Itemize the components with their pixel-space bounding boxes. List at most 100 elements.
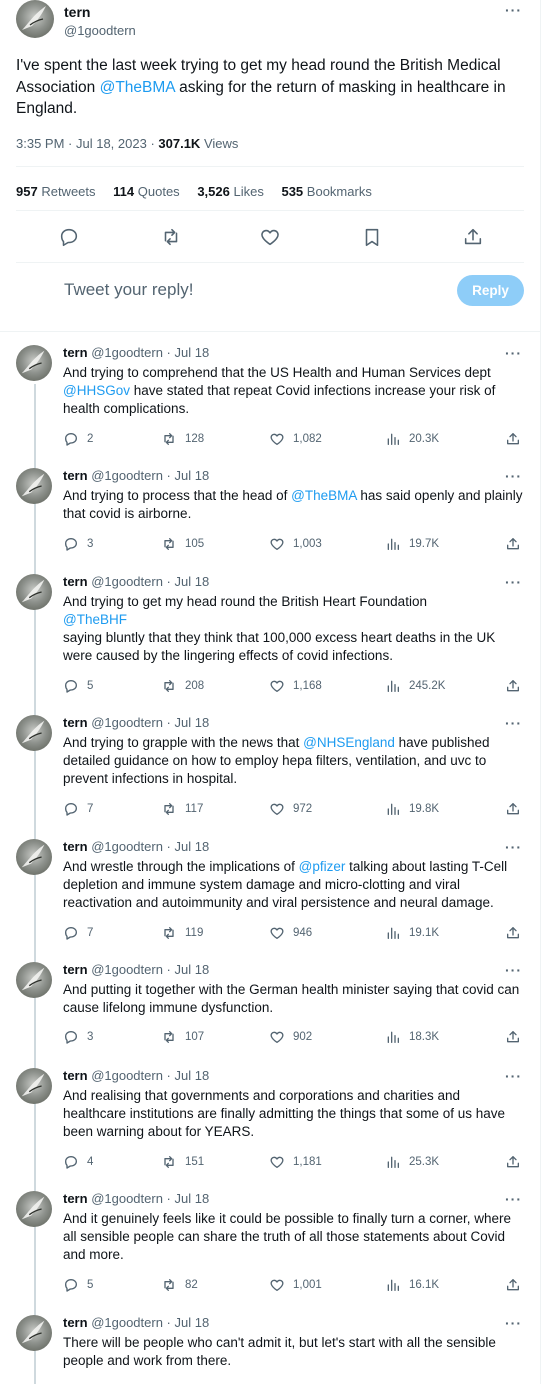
author-name[interactable]: tern <box>63 1191 88 1206</box>
avatar[interactable] <box>16 1191 52 1227</box>
tweet-date[interactable]: Jul 18 <box>175 839 210 854</box>
like-action[interactable]: 902 <box>269 1029 312 1045</box>
views-action[interactable]: 245.2K <box>385 678 445 694</box>
heart-icon[interactable] <box>269 801 285 817</box>
heart-icon[interactable] <box>269 431 285 447</box>
share-action[interactable] <box>505 1277 521 1293</box>
share-icon[interactable] <box>505 1277 521 1293</box>
author-handle[interactable]: @1goodtern <box>91 1191 163 1206</box>
tweet-date[interactable]: Jul 18 <box>175 715 210 730</box>
reply-action[interactable]: 3 <box>63 536 93 552</box>
retweet-action[interactable]: 208 <box>161 678 204 694</box>
tweet-date[interactable]: Jul 18 <box>175 345 210 360</box>
like-action[interactable]: 1,181 <box>269 1154 322 1170</box>
reply-icon[interactable] <box>63 925 79 941</box>
reply-icon[interactable] <box>63 431 79 447</box>
tweet-date[interactable]: Jul 18 <box>175 1315 210 1330</box>
reply-icon[interactable] <box>63 536 79 552</box>
like-action[interactable]: 1,003 <box>269 536 322 552</box>
author-handle[interactable]: @1goodtern <box>64 23 136 38</box>
retweet-icon[interactable] <box>161 801 177 817</box>
more-icon[interactable]: ··· <box>505 2 522 18</box>
reply-action[interactable]: 7 <box>63 801 93 817</box>
reply-action[interactable]: 4 <box>63 1154 93 1170</box>
reply-icon[interactable] <box>63 1277 79 1293</box>
more-icon[interactable]: ··· <box>505 839 522 855</box>
author-avatar[interactable] <box>16 0 54 38</box>
share-icon[interactable] <box>462 226 484 248</box>
mention-link[interactable]: @TheBMA <box>100 79 175 96</box>
tweet-date[interactable]: Jul 18 <box>175 1191 210 1206</box>
bookmarks-stat[interactable]: 535 Bookmarks <box>281 184 371 199</box>
reply-action[interactable]: 7 <box>63 925 93 941</box>
retweet-action[interactable]: 82 <box>161 1277 198 1293</box>
mention-link[interactable]: @NHSEngland <box>303 735 395 750</box>
avatar[interactable] <box>16 468 52 504</box>
quotes-stat[interactable]: 114 Quotes <box>113 184 180 199</box>
tweet-date[interactable]: Jul 18 <box>175 468 210 483</box>
heart-icon[interactable] <box>269 536 285 552</box>
retweet-icon[interactable] <box>161 1029 177 1045</box>
views-action[interactable]: 18.3K <box>385 1029 439 1045</box>
share-action[interactable] <box>505 801 521 817</box>
author-handle[interactable]: @1goodtern <box>91 1068 163 1083</box>
avatar[interactable] <box>16 962 52 998</box>
views-icon[interactable] <box>385 1154 401 1170</box>
reply-icon[interactable] <box>63 1154 79 1170</box>
author-handle[interactable]: @1goodtern <box>91 468 163 483</box>
views-action[interactable]: 20.3K <box>385 431 439 447</box>
retweet-action[interactable]: 151 <box>161 1154 204 1170</box>
retweet-icon[interactable] <box>161 1277 177 1293</box>
heart-icon[interactable] <box>269 678 285 694</box>
share-icon[interactable] <box>505 536 521 552</box>
reply-action[interactable]: 5 <box>63 678 93 694</box>
author-name[interactable]: tern <box>63 1068 88 1083</box>
reply-icon[interactable] <box>63 678 79 694</box>
avatar[interactable] <box>16 345 52 381</box>
retweet-action[interactable]: 107 <box>161 1029 204 1045</box>
more-icon[interactable]: ··· <box>505 468 522 484</box>
reply-icon[interactable] <box>58 226 80 248</box>
share-action[interactable] <box>505 678 521 694</box>
like-action[interactable]: 972 <box>269 801 312 817</box>
heart-icon[interactable] <box>269 1154 285 1170</box>
views-action[interactable]: 19.7K <box>385 536 439 552</box>
reply-action[interactable]: 3 <box>63 1029 93 1045</box>
heart-icon[interactable] <box>259 226 281 248</box>
views-icon[interactable] <box>385 431 401 447</box>
views-icon[interactable] <box>385 1277 401 1293</box>
retweet-action[interactable]: 105 <box>161 536 204 552</box>
author-handle[interactable]: @1goodtern <box>91 715 163 730</box>
retweet-icon[interactable] <box>161 1154 177 1170</box>
more-icon[interactable]: ··· <box>505 1315 522 1331</box>
heart-icon[interactable] <box>269 1029 285 1045</box>
share-icon[interactable] <box>505 801 521 817</box>
author-name[interactable]: tern <box>64 4 90 20</box>
author-name[interactable]: tern <box>63 468 88 483</box>
more-icon[interactable]: ··· <box>505 962 522 978</box>
author-handle[interactable]: @1goodtern <box>91 962 163 977</box>
heart-icon[interactable] <box>269 1277 285 1293</box>
author-handle[interactable]: @1goodtern <box>91 345 163 360</box>
mention-link[interactable]: @TheBHF <box>63 612 127 627</box>
reply-icon[interactable] <box>63 1029 79 1045</box>
views-action[interactable]: 25.3K <box>385 1154 439 1170</box>
author-handle[interactable]: @1goodtern <box>91 1315 163 1330</box>
avatar[interactable] <box>16 1068 52 1104</box>
reply-action[interactable]: 2 <box>63 431 93 447</box>
avatar[interactable] <box>16 1315 52 1351</box>
author-name[interactable]: tern <box>63 962 88 977</box>
retweet-icon[interactable] <box>161 536 177 552</box>
views-action[interactable]: 16.1K <box>385 1277 439 1293</box>
retweet-action[interactable]: 117 <box>161 801 203 817</box>
more-icon[interactable]: ··· <box>505 1068 522 1084</box>
bookmark-icon[interactable] <box>361 226 383 248</box>
share-icon[interactable] <box>505 678 521 694</box>
share-icon[interactable] <box>505 925 521 941</box>
views-icon[interactable] <box>385 678 401 694</box>
like-action[interactable]: 946 <box>269 925 312 941</box>
views-icon[interactable] <box>385 536 401 552</box>
retweet-icon[interactable] <box>161 678 177 694</box>
retweet-action[interactable]: 119 <box>161 925 203 941</box>
tweet-date[interactable]: Jul 18 <box>175 1068 210 1083</box>
